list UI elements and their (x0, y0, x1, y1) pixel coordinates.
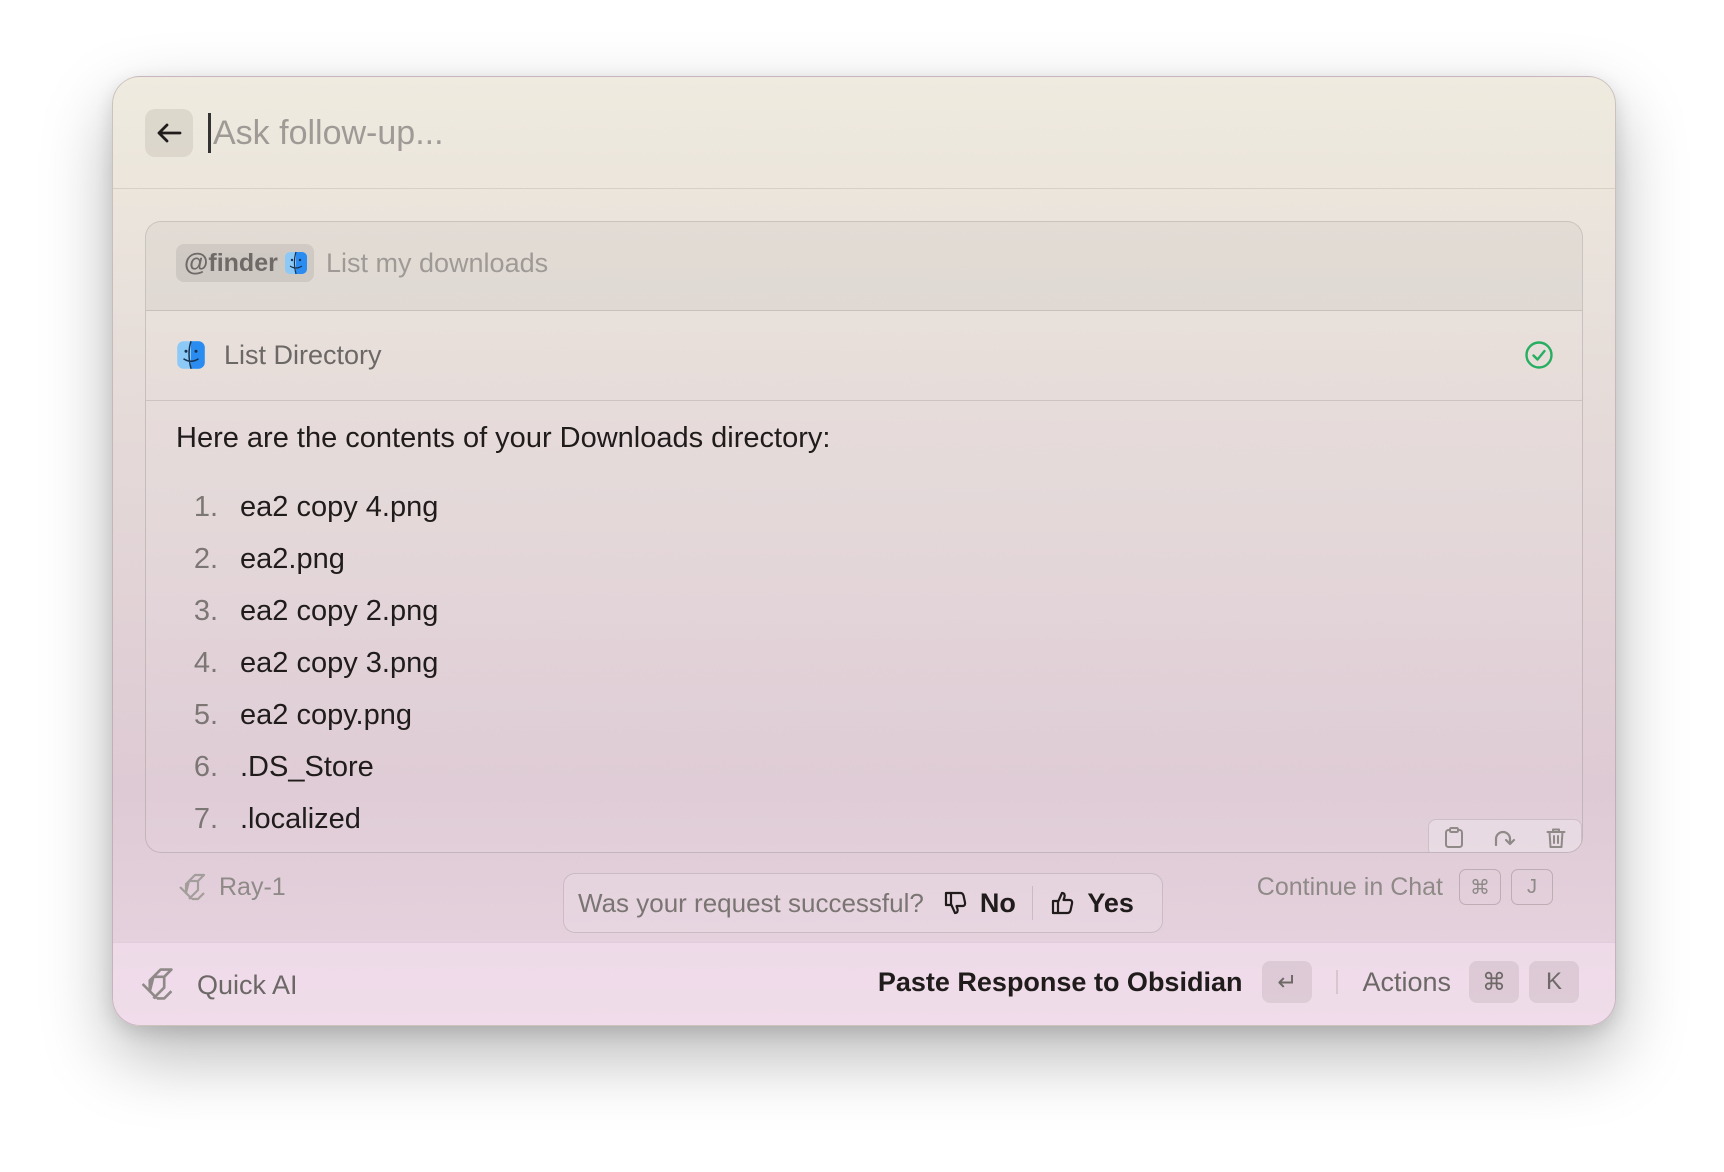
list-item: 3. ea2 copy 2.png (176, 585, 1552, 637)
shortcut-key-cmd: ⌘ (1459, 869, 1501, 905)
file-name: .DS_Store (240, 750, 374, 783)
back-button[interactable] (145, 109, 193, 157)
file-list: 1. ea2 copy 4.png 2. ea2.png 3. ea2 copy 2.… (176, 481, 1552, 845)
divider (1031, 886, 1034, 920)
shortcut-key-cmd: ⌘ (1469, 961, 1519, 1003)
message-actions (1428, 819, 1582, 852)
check-circle-icon (1525, 341, 1553, 369)
header (113, 77, 1615, 189)
footer-actions: Paste Response to Obsidian ↵ Actions ⌘ K (878, 959, 1579, 1005)
list-item: 6. .DS_Store (176, 741, 1552, 793)
shortcut-key-k: K (1529, 961, 1579, 1003)
file-name: ea2.png (240, 542, 345, 575)
followup-input[interactable] (211, 109, 813, 157)
user-prompt: @finder List my downloads (146, 222, 1582, 311)
quick-ai-window: @finder List my downloads List Directo (112, 76, 1616, 1026)
copy-button[interactable] (1436, 823, 1472, 852)
list-number: 3. (193, 594, 218, 627)
list-item: 4. ea2 copy 3.png (176, 637, 1552, 689)
mention-chip[interactable]: @finder (176, 244, 314, 282)
no-label: No (979, 887, 1016, 918)
enter-key: ↵ (1262, 961, 1313, 1003)
file-name: ea2 copy.png (240, 698, 412, 731)
tool-call-row[interactable]: List Directory (146, 310, 1582, 401)
feedback-question: Was your request successful? (578, 887, 924, 918)
divider (1336, 970, 1339, 994)
finder-icon (177, 341, 205, 369)
footer-bar: Quick AI Paste Response to Obsidian ↵ Ac… (113, 942, 1615, 1025)
tool-label: List Directory (224, 340, 382, 370)
list-number: 6. (193, 750, 218, 783)
thumbs-down-icon (944, 891, 967, 915)
finder-icon (284, 251, 307, 275)
ai-response: Here are the contents of your Downloads … (176, 422, 1552, 845)
continue-in-chat-button[interactable]: Continue in Chat ⌘ J (1257, 869, 1553, 905)
list-number: 7. (193, 802, 218, 835)
redo-icon (1494, 830, 1516, 847)
list-item: 5. ea2 copy.png (176, 689, 1552, 741)
raycast-logo-icon (179, 873, 206, 901)
file-name: ea2 copy 4.png (240, 490, 439, 523)
paste-response-button[interactable]: Paste Response to Obsidian (878, 967, 1243, 998)
conversation-card: @finder List my downloads List Directory… (145, 221, 1583, 853)
feedback-yes-button[interactable]: Yes (1049, 881, 1134, 925)
regenerate-button[interactable] (1487, 823, 1523, 852)
list-number: 4. (193, 646, 218, 679)
clipboard-icon (1445, 827, 1464, 848)
list-number: 2. (193, 542, 218, 575)
arrow-left-icon (157, 123, 182, 143)
feedback-prompt: Was your request successful? No Yes (563, 873, 1163, 933)
prompt-text: List my downloads (326, 248, 549, 278)
file-name: ea2 copy 3.png (240, 646, 439, 679)
file-name: ea2 copy 2.png (240, 594, 439, 627)
list-number: 1. (193, 490, 218, 523)
footer-title: Quick AI (197, 970, 298, 1000)
raycast-logo-icon (141, 968, 173, 1000)
list-item: 1. ea2 copy 4.png (176, 481, 1552, 533)
list-item: 2. ea2.png (176, 533, 1552, 585)
yes-label: Yes (1087, 887, 1134, 918)
delete-button[interactable] (1538, 823, 1574, 852)
file-name: .localized (240, 802, 361, 835)
model-label: Ray-1 (219, 872, 286, 901)
model-selector[interactable]: Ray-1 (177, 872, 286, 902)
trash-icon (1546, 828, 1566, 848)
thumbs-up-icon (1052, 891, 1074, 915)
feedback-no-button[interactable]: No (942, 881, 1016, 925)
continue-label: Continue in Chat (1256, 872, 1443, 901)
shortcut-key-j: J (1511, 869, 1553, 905)
list-number: 5. (193, 698, 218, 731)
mention-label: @finder (184, 248, 278, 277)
response-intro: Here are the contents of your Downloads … (176, 422, 831, 454)
list-item: 7. .localized (176, 793, 1552, 845)
actions-button[interactable]: Actions (1362, 967, 1451, 998)
